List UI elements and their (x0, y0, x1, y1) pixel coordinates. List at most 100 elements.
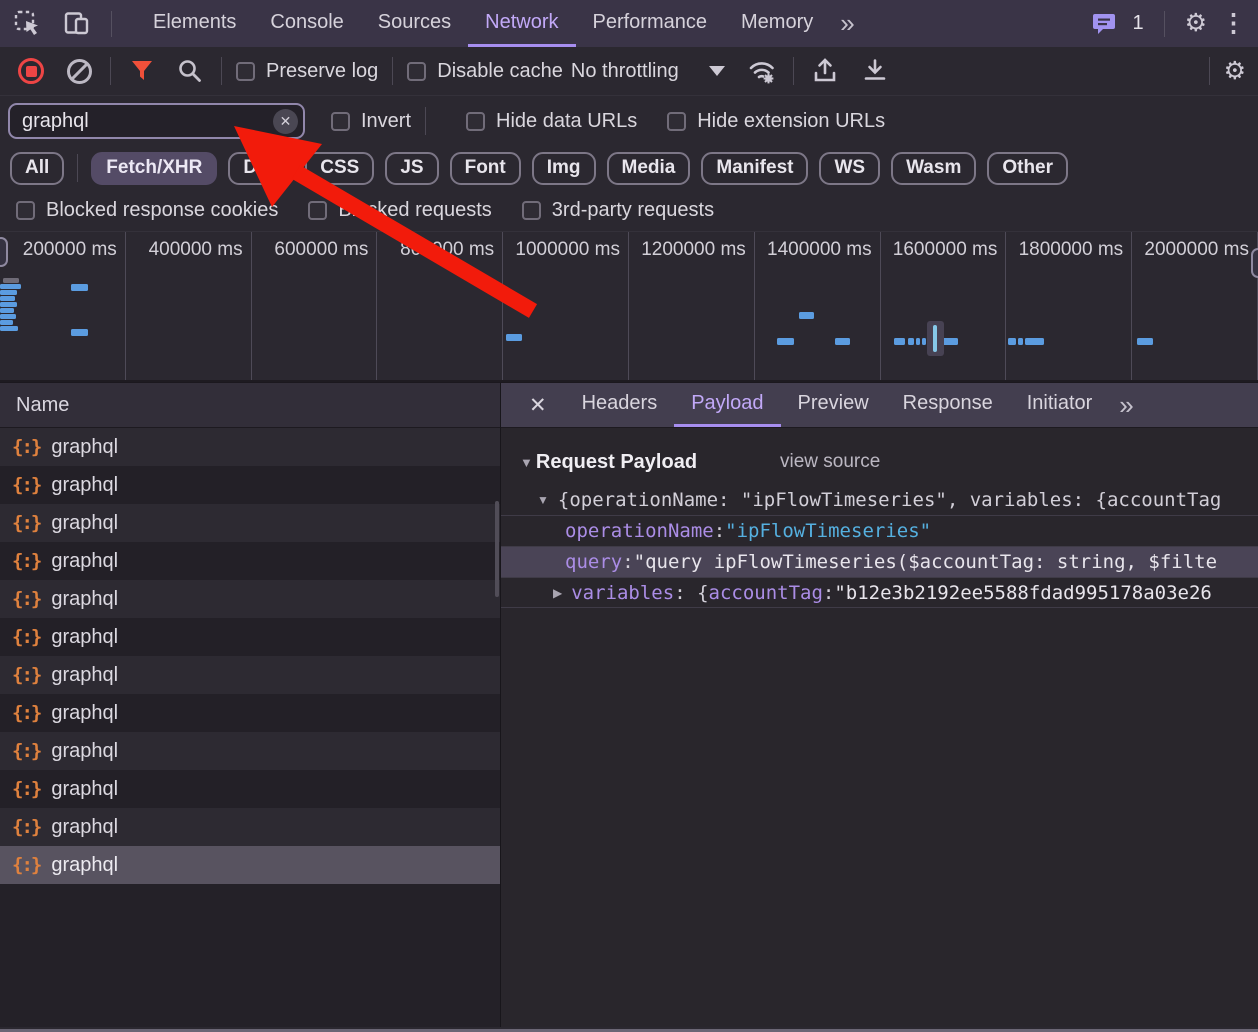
timeline-request-bar[interactable] (506, 334, 522, 341)
tab-elements[interactable]: Elements (136, 0, 253, 47)
issues-icon[interactable] (1092, 12, 1118, 36)
requests-scrollbar[interactable] (495, 501, 499, 597)
checkbox-box[interactable] (16, 201, 35, 220)
request-row[interactable]: {:}graphql (0, 580, 500, 618)
timeline-request-bar[interactable] (1018, 338, 1023, 345)
filter-input[interactable]: graphql ✕ (8, 103, 305, 139)
chip-fetch-xhr[interactable]: Fetch/XHR (91, 152, 217, 185)
import-har-icon[interactable] (808, 54, 842, 88)
payload-line[interactable]: ▶variables: {accountTag: "b12e3b2192ee55… (501, 577, 1258, 608)
chip-css[interactable]: CSS (305, 152, 374, 185)
tab-memory[interactable]: Memory (724, 0, 830, 47)
clear-network-log-button[interactable] (62, 54, 96, 88)
timeline-request-bar[interactable] (922, 338, 926, 345)
checkbox-box[interactable] (522, 201, 541, 220)
timeline-request-bar[interactable] (0, 314, 16, 319)
chip-wasm[interactable]: Wasm (891, 152, 976, 185)
invert-checkbox[interactable]: Invert (331, 110, 411, 133)
clear-filter-icon[interactable]: ✕ (273, 109, 298, 134)
payload-line[interactable]: operationName: "ipFlowTimeseries" (501, 515, 1258, 546)
tab-sources[interactable]: Sources (361, 0, 468, 47)
timeline-request-bar[interactable] (0, 308, 14, 313)
request-row[interactable]: {:}graphql (0, 846, 500, 884)
payload-line[interactable]: ▼{operationName: "ipFlowTimeseries", var… (501, 484, 1258, 515)
timeline-request-bar[interactable] (799, 312, 814, 319)
timeline-request-bar[interactable] (3, 278, 19, 283)
third-party-requests-checkbox[interactable]: 3rd-party requests (522, 199, 714, 222)
blocked-requests-checkbox[interactable]: Blocked requests (308, 199, 491, 222)
name-column-header[interactable]: Name (0, 383, 500, 428)
export-har-icon[interactable] (858, 54, 892, 88)
request-row[interactable]: {:}graphql (0, 618, 500, 656)
device-toolbar-icon[interactable] (63, 10, 91, 37)
blocked-response-cookies-checkbox[interactable]: Blocked response cookies (16, 199, 278, 222)
collapsed-disclosure-icon[interactable]: ▶ (553, 586, 562, 600)
chip-img[interactable]: Img (532, 152, 596, 185)
timeline-request-bar[interactable] (0, 302, 17, 307)
checkbox-box[interactable] (466, 112, 485, 131)
checkbox-box[interactable] (667, 112, 686, 131)
details-tab-preview[interactable]: Preview (781, 383, 886, 427)
panel-overflow-tabs-icon[interactable]: » (830, 0, 864, 47)
inspect-element-icon[interactable] (14, 10, 41, 37)
close-details-icon[interactable]: ✕ (519, 383, 557, 427)
network-settings-gear-icon[interactable]: ⚙ (1224, 59, 1246, 84)
timeline-request-bar[interactable] (0, 284, 21, 289)
checkbox-box[interactable] (331, 112, 350, 131)
request-row[interactable]: {:}graphql (0, 466, 500, 504)
hide-data-urls-checkbox[interactable]: Hide data URLs (466, 110, 637, 133)
timeline-request-bar[interactable] (908, 338, 914, 345)
request-row[interactable]: {:}graphql (0, 694, 500, 732)
timeline-request-bar[interactable] (777, 338, 794, 345)
request-row[interactable]: {:}graphql (0, 808, 500, 846)
network-overview-timeline[interactable]: 200000 ms400000 ms600000 ms800000 ms1000… (0, 232, 1258, 382)
chip-other[interactable]: Other (987, 152, 1068, 185)
chip-doc[interactable]: Doc (228, 152, 294, 185)
checkbox-box[interactable] (308, 201, 327, 220)
expanded-disclosure-icon[interactable]: ▼ (537, 493, 549, 507)
timeline-request-bar[interactable] (0, 296, 15, 301)
request-row[interactable]: {:}graphql (0, 542, 500, 580)
tab-network[interactable]: Network (468, 0, 575, 47)
timeline-request-bar[interactable] (0, 320, 13, 325)
record-network-log-button[interactable] (14, 54, 48, 88)
overview-right-grip[interactable] (1251, 248, 1258, 278)
request-row[interactable]: {:}graphql (0, 732, 500, 770)
request-row[interactable]: {:}graphql (0, 770, 500, 808)
request-row[interactable]: {:}graphql (0, 504, 500, 542)
request-payload-disclosure-icon[interactable]: ▼ (520, 455, 533, 470)
chip-all[interactable]: All (10, 152, 64, 185)
request-row[interactable]: {:}graphql (0, 428, 500, 466)
timeline-request-bar[interactable] (1008, 338, 1016, 345)
preserve-log-checkbox[interactable]: Preserve log (236, 60, 378, 83)
filter-funnel-icon[interactable] (125, 54, 159, 88)
timeline-request-bar[interactable] (894, 338, 905, 345)
settings-gear-icon[interactable]: ⚙ (1185, 11, 1207, 36)
checkbox-box[interactable] (236, 62, 255, 81)
timeline-request-bar[interactable] (1137, 338, 1153, 345)
more-menu-icon[interactable]: ⋮ (1221, 11, 1246, 36)
view-source-link[interactable]: view source (780, 451, 880, 473)
timeline-request-bar[interactable] (71, 284, 88, 291)
details-overflow-tabs-icon[interactable]: » (1109, 383, 1143, 427)
chip-js[interactable]: JS (385, 152, 438, 185)
chip-ws[interactable]: WS (819, 152, 880, 185)
details-tab-headers[interactable]: Headers (565, 383, 675, 427)
throttling-dropdown[interactable]: No throttling (571, 60, 725, 83)
overview-left-grip[interactable] (0, 237, 8, 267)
timeline-request-bar[interactable] (0, 326, 18, 331)
chip-media[interactable]: Media (607, 152, 691, 185)
disable-cache-checkbox[interactable]: Disable cache (407, 60, 563, 83)
checkbox-box[interactable] (407, 62, 426, 81)
network-conditions-icon[interactable] (745, 54, 779, 88)
tab-performance[interactable]: Performance (576, 0, 725, 47)
timeline-request-bar[interactable] (1025, 338, 1044, 345)
request-row[interactable]: {:}graphql (0, 656, 500, 694)
search-icon[interactable] (173, 54, 207, 88)
timeline-request-bar[interactable] (916, 338, 920, 345)
payload-line[interactable]: query: "query ipFlowTimeseries($accountT… (501, 546, 1258, 577)
chip-font[interactable]: Font (450, 152, 521, 185)
tab-console[interactable]: Console (253, 0, 360, 47)
timeline-request-bar[interactable] (835, 338, 850, 345)
details-tab-response[interactable]: Response (886, 383, 1010, 427)
